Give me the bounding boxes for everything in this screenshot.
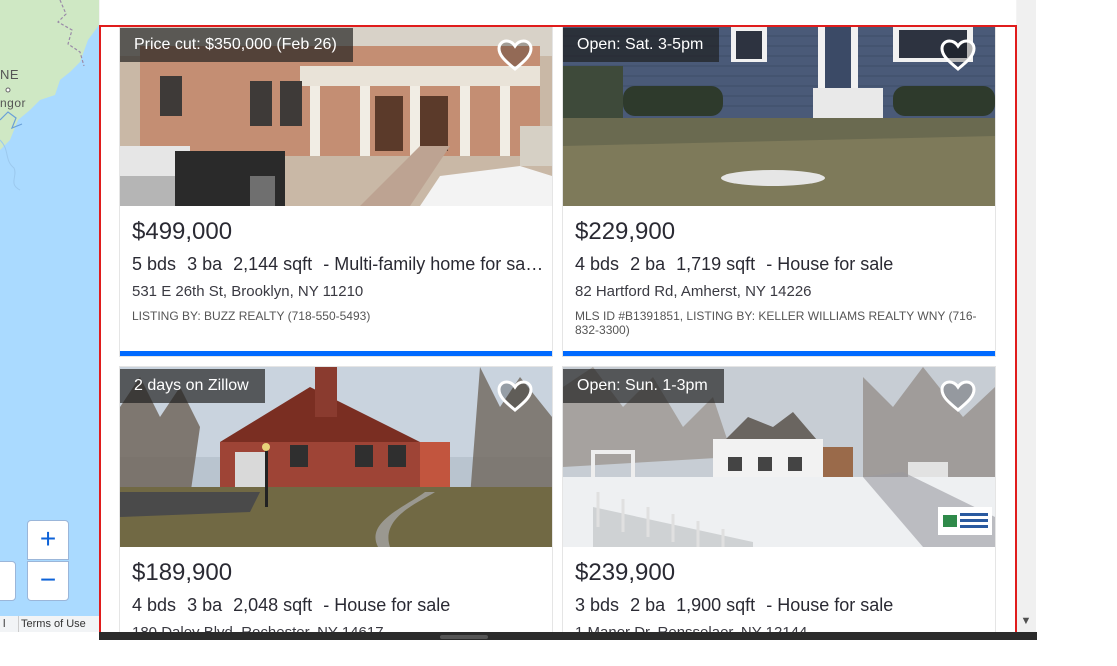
listing-beds: 4 bds xyxy=(575,254,620,274)
listing-badge: 2 days on Zillow xyxy=(120,369,265,403)
map-panel[interactable]: NE ngor + − l Terms of Use xyxy=(0,0,99,632)
heart-icon[interactable] xyxy=(496,38,534,72)
listing-badge: Open: Sat. 3-5pm xyxy=(563,28,720,62)
map-layer-button[interactable] xyxy=(0,561,16,601)
listing-agency: MLS ID #B1391851, LISTING BY: KELLER WIL… xyxy=(575,309,977,337)
listings-grid: Price cut: $350,000 (Feb 26) $499,000 5 … xyxy=(100,0,1016,632)
card-accent-bar xyxy=(563,351,995,356)
listing-type: - Multi-family home for sale xyxy=(323,254,540,274)
listing-beds: 4 bds xyxy=(132,595,177,615)
scroll-down-arrow-icon[interactable]: ▼ xyxy=(1019,614,1033,628)
zoom-out-button[interactable]: − xyxy=(27,561,69,601)
listing-facts: 3 bds 2 ba 1,900 sqft - House for sale xyxy=(575,595,987,616)
listing-type: - House for sale xyxy=(766,595,894,615)
listings-panel[interactable]: Price cut: $350,000 (Feb 26) $499,000 5 … xyxy=(99,0,1017,632)
listing-badge: Open: Sun. 1-3pm xyxy=(563,369,724,403)
listing-sqft: 1,719 sqft xyxy=(676,254,756,274)
bottom-bar xyxy=(99,632,1037,640)
listing-baths: 3 ba xyxy=(187,254,223,274)
card-accent-bar xyxy=(120,351,552,356)
listing-facts: 4 bds 2 ba 1,719 sqft - House for sale xyxy=(575,254,987,275)
listing-price: $499,000 xyxy=(132,218,233,245)
bottom-handle[interactable] xyxy=(440,635,488,639)
map-place-label: ngor xyxy=(0,96,27,110)
listing-address[interactable]: 1 Manor Dr, Rensselaer, NY 12144 xyxy=(575,624,807,632)
listing-price: $189,900 xyxy=(132,559,233,586)
map-footer-text: l xyxy=(3,618,6,630)
listing-price: $229,900 xyxy=(575,218,676,245)
heart-icon[interactable] xyxy=(939,379,977,413)
listing-sqft: 2,048 sqft xyxy=(233,595,313,615)
listing-agency: LISTING BY: BUZZ REALTY (718-550-5493) xyxy=(132,309,371,323)
listing-baths: 3 ba xyxy=(187,595,223,615)
listing-facts: 4 bds 3 ba 2,048 sqft - House for sale xyxy=(132,595,544,616)
listing-address[interactable]: 180 Daley Blvd, Rochester, NY 14617 xyxy=(132,624,384,632)
listing-baths: 2 ba xyxy=(630,254,666,274)
heart-icon[interactable] xyxy=(496,379,534,413)
listing-baths: 2 ba xyxy=(630,595,666,615)
terms-of-use-link[interactable]: Terms of Use xyxy=(18,616,86,632)
listing-beds: 3 bds xyxy=(575,595,620,615)
listing-card[interactable]: Open: Sun. 1-3pm $239,900 3 bds 2 ba 1,9… xyxy=(562,366,996,632)
listing-badge: Price cut: $350,000 (Feb 26) xyxy=(120,28,353,62)
listing-card[interactable]: 2 days on Zillow $189,900 4 bds 3 ba 2,0… xyxy=(119,366,553,632)
listing-type: - House for sale xyxy=(323,595,451,615)
zoom-in-button[interactable]: + xyxy=(27,520,69,560)
scrollbar[interactable] xyxy=(1017,0,1036,632)
listing-card[interactable]: Price cut: $350,000 (Feb 26) $499,000 5 … xyxy=(119,25,553,357)
listing-type: - House for sale xyxy=(766,254,894,274)
listing-sqft: 1,900 sqft xyxy=(676,595,756,615)
listing-address[interactable]: 531 E 26th St, Brooklyn, NY 11210 xyxy=(132,283,363,300)
listing-card[interactable]: Open: Sat. 3-5pm $229,900 4 bds 2 ba 1,7… xyxy=(562,25,996,357)
map-footer: l Terms of Use xyxy=(0,616,99,632)
listing-facts: 5 bds 3 ba 2,144 sqft - Multi-family hom… xyxy=(132,254,544,275)
listing-sqft: 2,144 sqft xyxy=(233,254,313,274)
heart-icon[interactable] xyxy=(939,38,977,72)
listing-address[interactable]: 82 Hartford Rd, Amherst, NY 14226 xyxy=(575,283,812,300)
map-place-label: NE xyxy=(0,67,20,82)
listing-beds: 5 bds xyxy=(132,254,177,274)
listing-price: $239,900 xyxy=(575,559,676,586)
